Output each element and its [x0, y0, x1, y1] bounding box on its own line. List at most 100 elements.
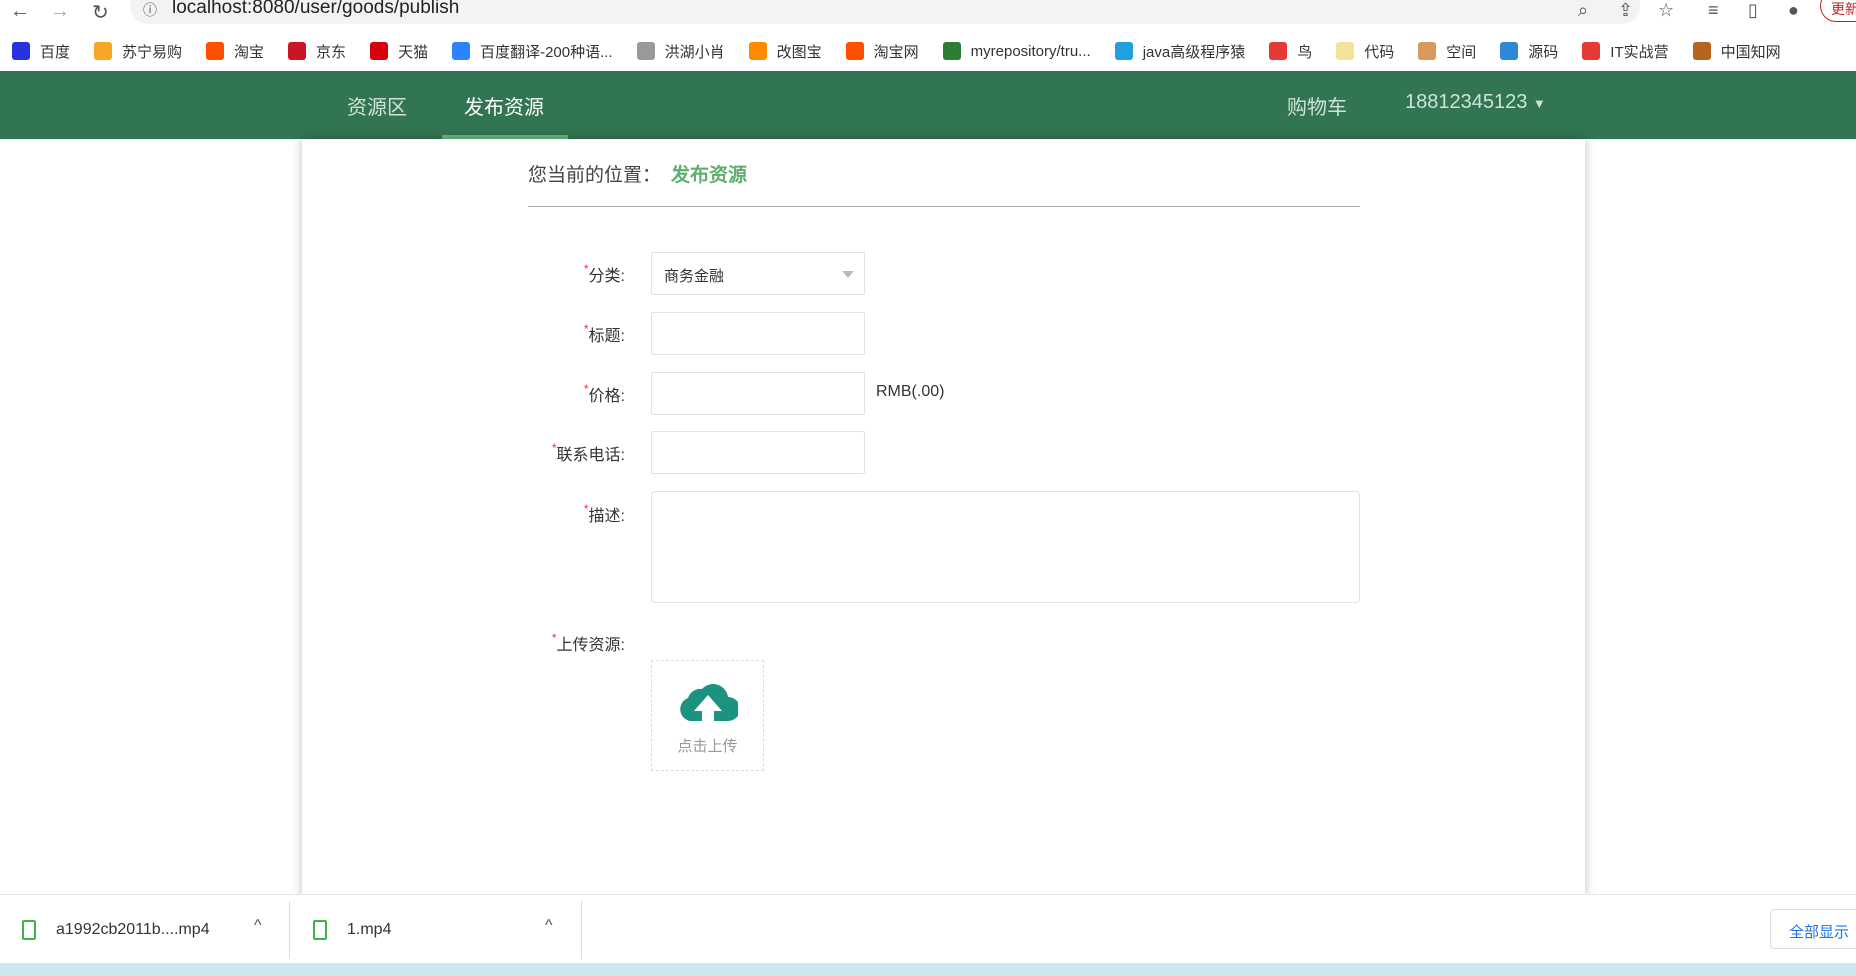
title-input[interactable] [651, 312, 865, 355]
upload-text: 点击上传 [677, 738, 738, 755]
taskbar [0, 963, 1856, 976]
upload-label: *上传资源: [425, 631, 625, 655]
bookmark-item[interactable]: 京东 [288, 41, 346, 62]
bookmark-label: 天猫 [398, 43, 429, 61]
nav-resources[interactable]: 资源区 [347, 91, 407, 120]
price-unit: RMB(.00) [876, 383, 945, 400]
label-text: 标题: [588, 328, 625, 345]
bookmark-item[interactable]: 源码 [1500, 41, 1558, 62]
update-button[interactable]: 更新 [1820, 0, 1856, 22]
phone-input[interactable] [651, 431, 865, 474]
bookmark-label: 代码 [1364, 43, 1395, 61]
bookmark-label: 百度 [40, 43, 71, 61]
bookmark-item[interactable]: 淘宝 [206, 41, 264, 62]
bookmark-favicon-icon [1692, 42, 1711, 60]
star-icon[interactable]: ☆ [1658, 0, 1674, 21]
browser-toolbar: ← → ↻ ⓘ localhost:8080/user/goods/publis… [0, 0, 1856, 30]
bookmark-favicon-icon [94, 42, 113, 60]
bookmark-item[interactable]: 空间 [1418, 41, 1476, 62]
zoom-icon[interactable]: ⌕ [1578, 0, 1588, 21]
label-text: 分类: [588, 268, 625, 285]
bookmark-label: 鸟 [1297, 43, 1313, 61]
dropdown-arrow-icon [842, 271, 854, 278]
bookmark-favicon-icon [845, 42, 864, 60]
user-phone: 18812345123 [1405, 91, 1528, 113]
bookmark-favicon-icon [206, 42, 225, 60]
upload-button[interactable]: 点击上传 [651, 660, 764, 771]
video-file-icon [22, 919, 36, 940]
bookmark-item[interactable]: java高级程序猿 [1114, 41, 1245, 62]
download-item[interactable]: a1992cb2011b....mp4 [22, 895, 210, 964]
breadcrumb: 您当前的位置： 发布资源 [528, 160, 747, 187]
share-icon[interactable]: ⇪ [1618, 0, 1633, 21]
bookmark-item[interactable]: 代码 [1336, 41, 1394, 62]
bookmark-label: 淘宝网 [873, 43, 919, 61]
chevron-up-icon[interactable]: ^ [545, 917, 553, 935]
user-menu[interactable]: 18812345123 ▼ [1405, 91, 1546, 114]
video-file-icon [313, 919, 327, 940]
bookmark-item[interactable]: 改图宝 [748, 41, 822, 62]
bookmark-label: 源码 [1528, 43, 1559, 61]
site-info-icon[interactable]: ⓘ [143, 0, 157, 20]
bookmark-favicon-icon [288, 42, 307, 60]
label-text: 价格: [588, 388, 625, 405]
bookmark-label: 百度翻译-200种语... [480, 43, 613, 61]
bookmark-item[interactable]: 中国知网 [1692, 41, 1781, 62]
bookmark-item[interactable]: IT实战营 [1582, 41, 1669, 62]
category-select[interactable]: 商务金融 [651, 252, 865, 295]
bookmark-favicon-icon [1418, 42, 1437, 60]
bookmark-favicon-icon [1269, 42, 1288, 60]
nav-publish[interactable]: 发布资源 [464, 91, 544, 120]
bookmark-label: 洪湖小肖 [664, 43, 725, 61]
side-panel-icon[interactable]: ▯ [1748, 0, 1758, 21]
bookmark-favicon-icon [1500, 42, 1519, 60]
reload-icon[interactable]: ↻ [92, 0, 109, 25]
label-text: 联系电话: [556, 447, 625, 464]
label-text: 描述: [588, 508, 625, 525]
category-value: 商务金融 [664, 268, 725, 285]
divider [528, 206, 1360, 207]
bookmark-label: 京东 [316, 43, 347, 61]
bookmark-favicon-icon [370, 42, 389, 60]
description-textarea[interactable] [651, 491, 1360, 603]
price-input[interactable] [651, 372, 865, 415]
bookmark-favicon-icon [636, 42, 655, 60]
download-item[interactable]: 1.mp4 [313, 895, 391, 964]
caret-down-icon: ▼ [1532, 96, 1546, 111]
bookmark-favicon-icon [12, 42, 30, 60]
divider [581, 901, 582, 959]
label-text: 上传资源: [556, 637, 625, 654]
bookmark-favicon-icon [452, 42, 471, 60]
nav-cart[interactable]: 购物车 [1287, 91, 1347, 120]
show-all-button[interactable]: 全部显示 [1770, 909, 1856, 949]
bookmark-item[interactable]: myrepository/tru... [942, 42, 1091, 60]
download-filename: 1.mp4 [347, 920, 392, 938]
bookmark-item[interactable]: 百度 [12, 41, 70, 62]
desc-label: *描述: [425, 502, 625, 526]
bookmark-label: 空间 [1446, 43, 1477, 61]
bookmark-label: 改图宝 [776, 43, 822, 61]
bookmark-label: IT实战营 [1610, 43, 1669, 61]
bookmark-item[interactable]: 天猫 [370, 41, 428, 62]
category-label: *分类: [425, 262, 625, 286]
bookmark-item[interactable]: 百度翻译-200种语... [452, 41, 613, 62]
price-label: *价格: [425, 382, 625, 406]
bookmark-item[interactable]: 淘宝网 [845, 41, 919, 62]
download-bar: a1992cb2011b....mp4 ^ 1.mp4 ^ 全部显示 [0, 894, 1856, 963]
profile-icon[interactable]: ● [1788, 0, 1799, 21]
cloud-upload-icon [680, 684, 738, 721]
reading-list-icon[interactable]: ≡ [1708, 0, 1719, 21]
url-text[interactable]: localhost:8080/user/goods/publish [172, 0, 459, 19]
divider [289, 901, 290, 959]
bookmark-item[interactable]: 苏宁易购 [94, 41, 182, 62]
back-icon[interactable]: ← [10, 0, 30, 23]
bookmark-favicon-icon [942, 42, 961, 60]
bookmark-label: 苏宁易购 [122, 43, 183, 61]
bookmark-item[interactable]: 洪湖小肖 [636, 41, 725, 62]
bookmark-favicon-icon [1582, 42, 1601, 60]
chevron-up-icon[interactable]: ^ [254, 917, 262, 935]
bookmark-item[interactable]: 鸟 [1269, 41, 1312, 62]
title-label: *标题: [425, 322, 625, 346]
top-nav: 资源区 发布资源 购物车 18812345123 ▼ [0, 71, 1856, 139]
forward-icon[interactable]: → [50, 0, 70, 23]
